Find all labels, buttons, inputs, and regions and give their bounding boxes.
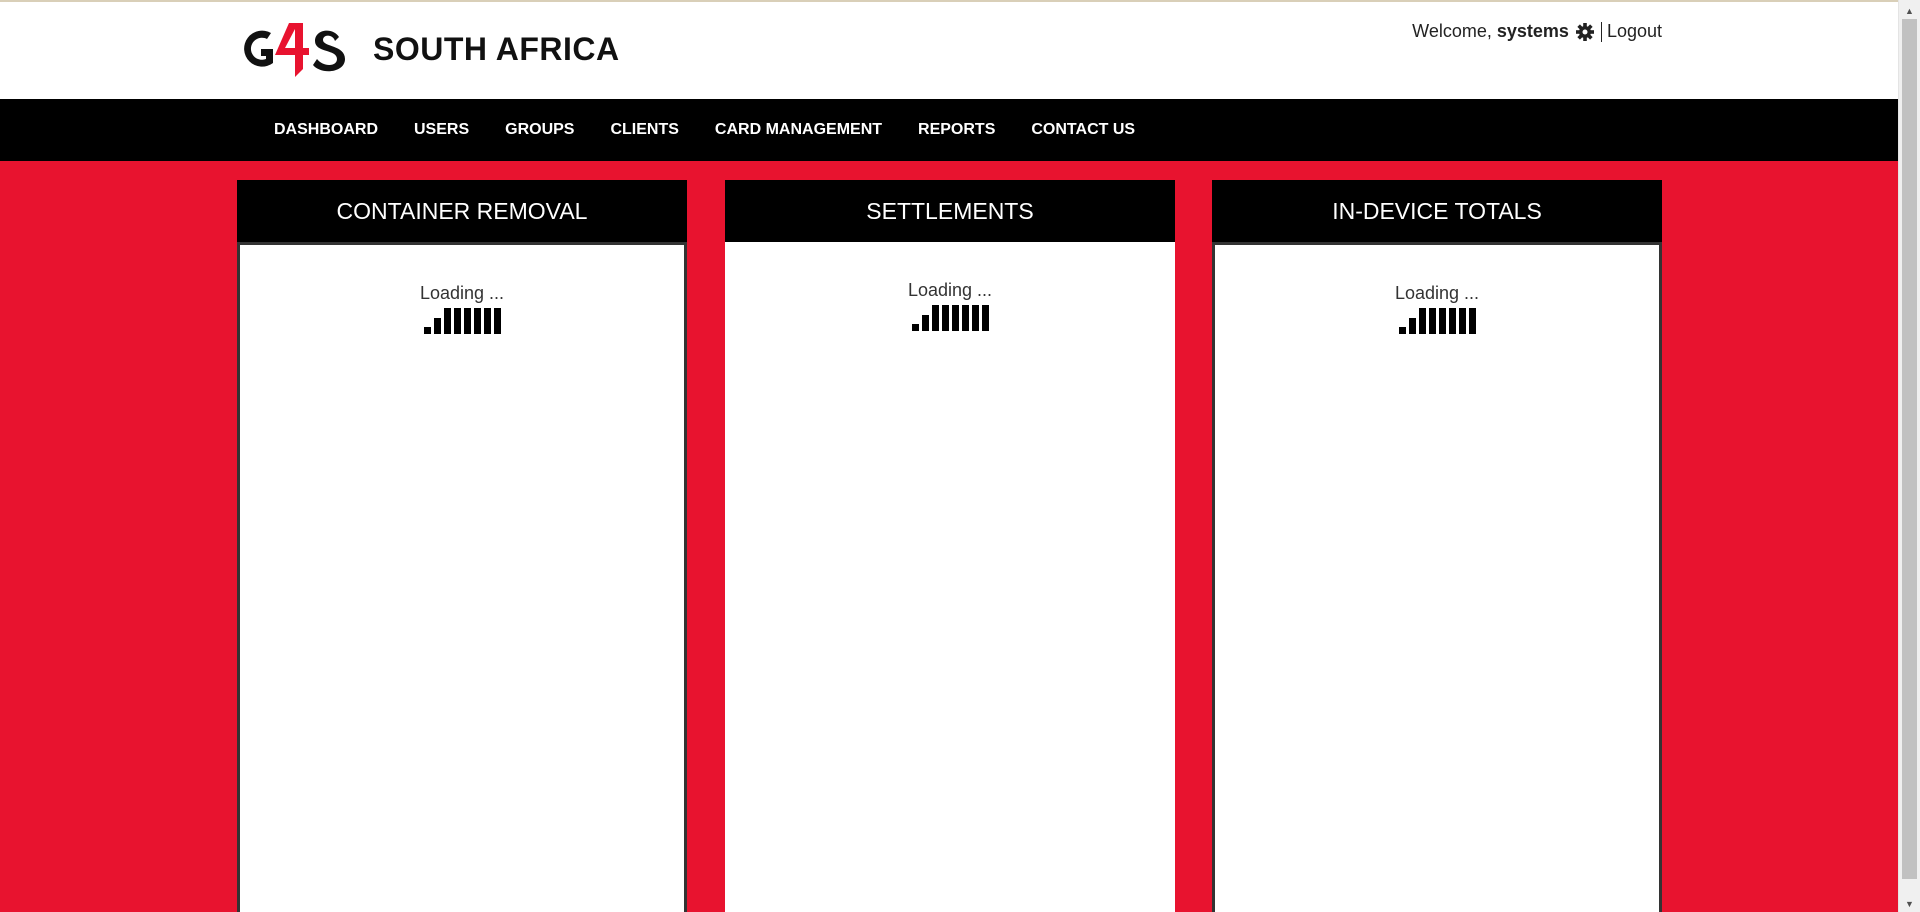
g4s-logo-mark — [244, 23, 345, 77]
separator — [1600, 21, 1602, 42]
loading-bars-icon — [1215, 306, 1659, 334]
loading-text: Loading ... — [1394, 283, 1480, 303]
panel-body: Loading ... — [1212, 242, 1662, 912]
loading-indicator: Loading ... — [1215, 283, 1659, 334]
gear-icon[interactable] — [1575, 22, 1595, 42]
panel-settlements: SETTLEMENTS Loading ... — [725, 180, 1175, 912]
user-area: Welcome, systems Logout — [1412, 21, 1662, 42]
g4s-logo[interactable]: SOUTH AFRICA — [237, 19, 632, 81]
vertical-scrollbar[interactable]: ▲ ▼ — [1898, 0, 1920, 912]
loading-indicator: Loading ... — [240, 283, 684, 334]
loading-indicator: Loading ... — [725, 280, 1175, 331]
nav-item-contact-us[interactable]: CONTACT US — [1013, 121, 1153, 139]
panel-title: IN-DEVICE TOTALS — [1212, 180, 1662, 242]
nav-item-dashboard[interactable]: DASHBOARD — [256, 121, 396, 139]
dashboard-main: CONTAINER REMOVAL Loading ... SETTLEMENT… — [0, 161, 1898, 912]
loading-bars-icon — [240, 306, 684, 334]
panel-body: Loading ... — [237, 242, 687, 912]
nav-item-groups[interactable]: GROUPS — [487, 121, 592, 139]
main-nav: DASHBOARD USERS GROUPS CLIENTS CARD MANA… — [0, 99, 1898, 161]
panel-title: CONTAINER REMOVAL — [237, 180, 687, 242]
panel-title: SETTLEMENTS — [725, 180, 1175, 242]
logout-link[interactable]: Logout — [1607, 21, 1662, 42]
nav-item-card-management[interactable]: CARD MANAGEMENT — [697, 121, 900, 139]
loading-bars-icon — [725, 303, 1175, 331]
panel-container-removal: CONTAINER REMOVAL Loading ... — [237, 180, 687, 912]
scroll-up-arrow-icon[interactable]: ▲ — [1899, 2, 1920, 19]
panel-body: Loading ... — [725, 242, 1175, 912]
username: systems — [1496, 21, 1569, 41]
nav-item-clients[interactable]: CLIENTS — [592, 121, 696, 139]
welcome-text: Welcome, — [1412, 21, 1492, 41]
loading-text: Loading ... — [907, 280, 993, 300]
scroll-down-arrow-icon[interactable]: ▼ — [1899, 895, 1920, 912]
brand-name: SOUTH AFRICA — [373, 31, 620, 67]
nav-item-reports[interactable]: REPORTS — [900, 121, 1013, 139]
scroll-thumb[interactable] — [1902, 19, 1917, 879]
nav-item-users[interactable]: USERS — [396, 121, 487, 139]
panel-in-device-totals: IN-DEVICE TOTALS Loading ... — [1212, 180, 1662, 912]
page-header: SOUTH AFRICA Welcome, systems Logout — [0, 2, 1898, 99]
loading-text: Loading ... — [419, 283, 505, 303]
